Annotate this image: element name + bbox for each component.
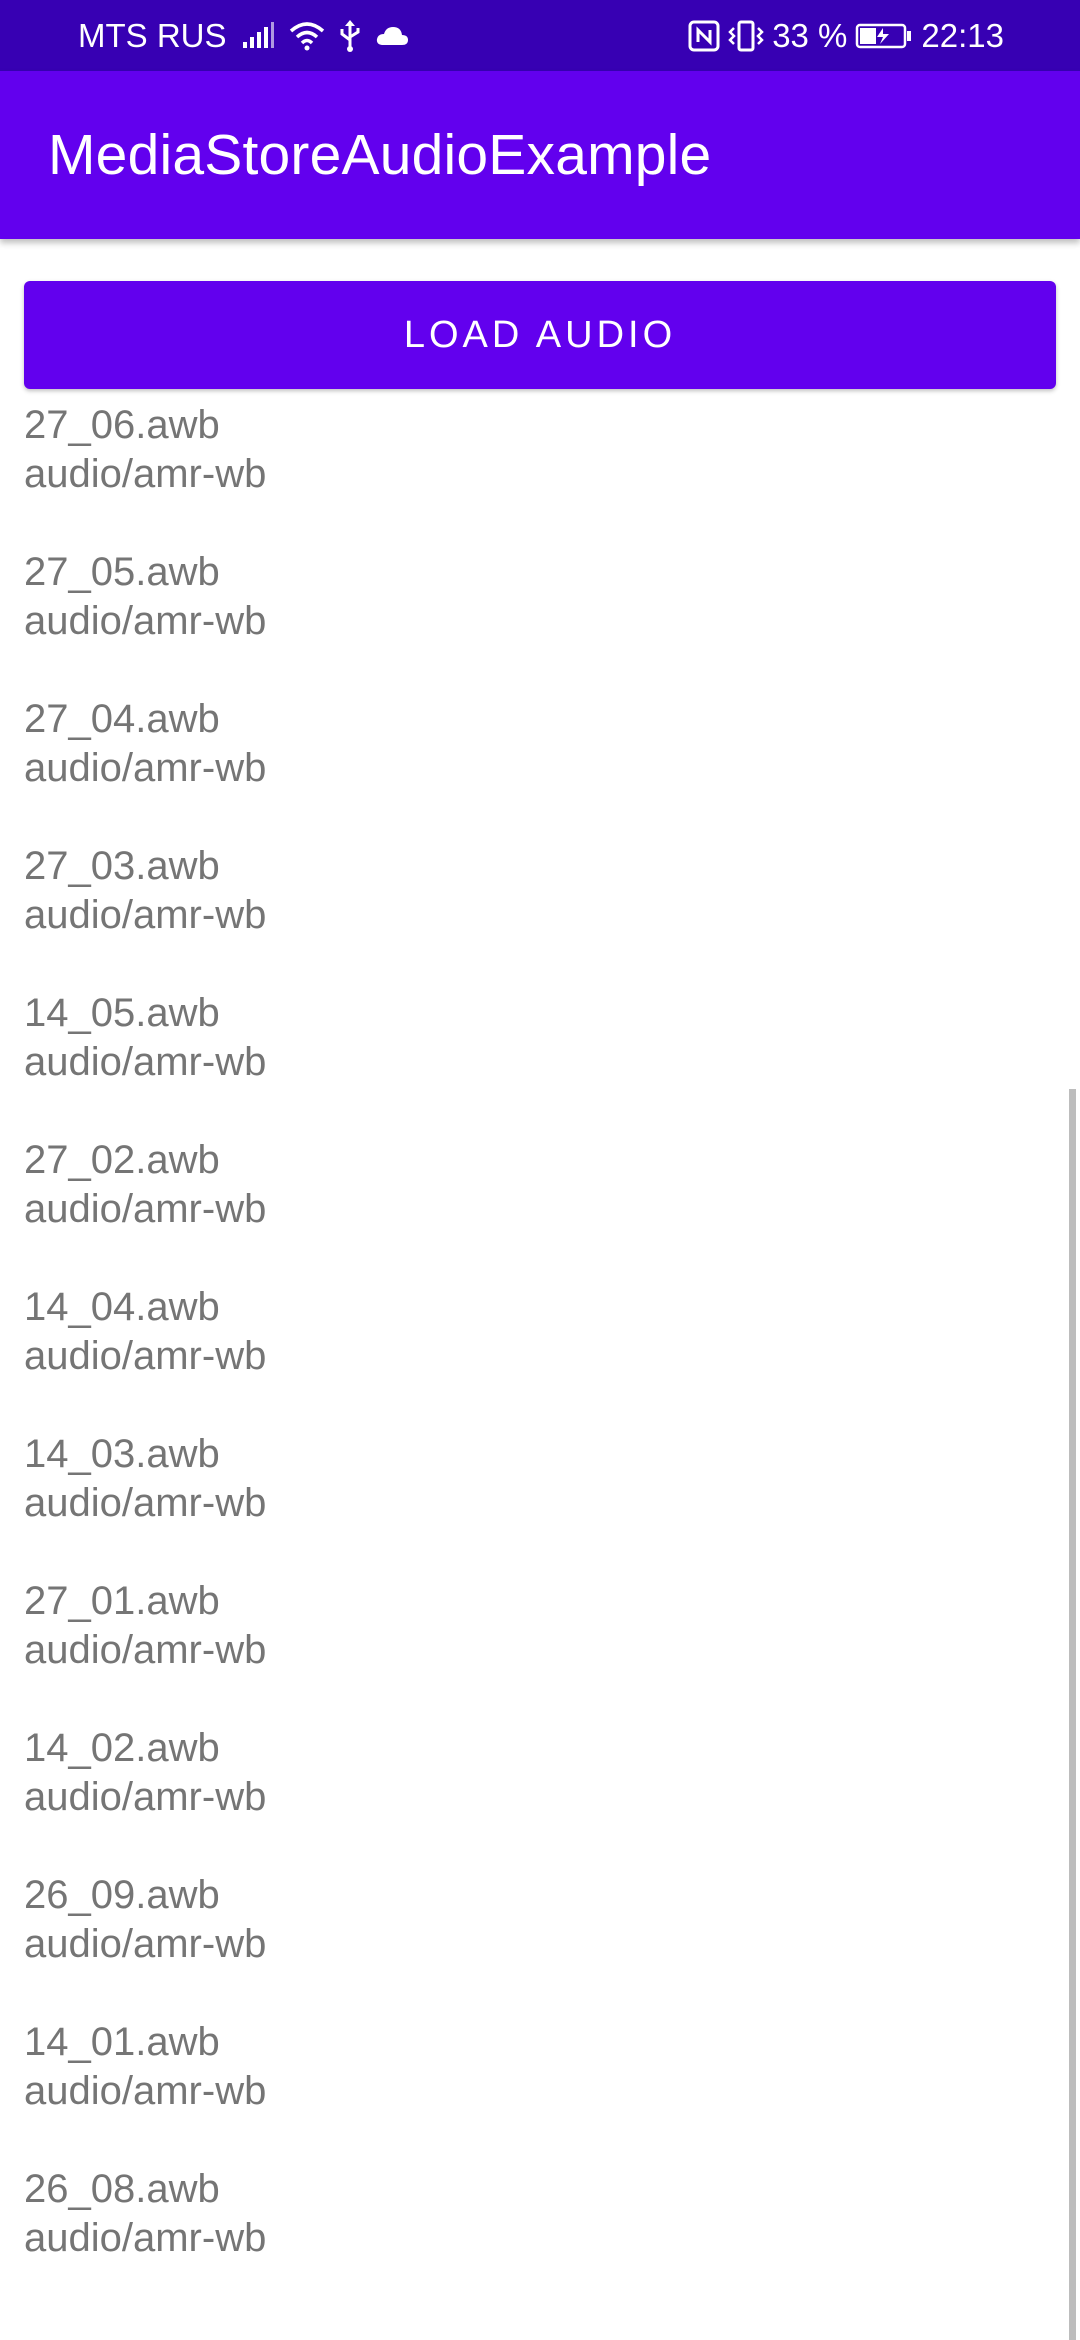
signal-icon <box>241 21 275 50</box>
usb-icon <box>339 19 361 52</box>
load-audio-button[interactable]: LOAD AUDIO <box>24 281 1056 389</box>
vibrate-icon <box>728 20 764 52</box>
battery-charging-icon <box>855 22 913 50</box>
audio-file-name: 26_08.awb <box>24 2167 220 2211</box>
audio-mime-type: audio/amr-wb <box>24 2069 267 2113</box>
nfc-icon <box>688 20 720 52</box>
scrollbar[interactable] <box>1069 1089 1076 2340</box>
audio-mime-type: audio/amr-wb <box>24 1481 267 1525</box>
list-item[interactable]: 14_03.awb audio/amr-wb <box>0 1430 1080 1577</box>
audio-mime-type: audio/amr-wb <box>24 1922 267 1966</box>
app-bar: MediaStoreAudioExample <box>0 71 1080 239</box>
audio-mime-type: audio/amr-wb <box>24 452 267 496</box>
screen: MTS RUS 33 % 22:13 MediaStoreAudioExampl… <box>0 0 1080 2340</box>
list-item[interactable]: 14_05.awb audio/amr-wb <box>0 989 1080 1136</box>
audio-mime-type: audio/amr-wb <box>24 1040 267 1084</box>
list-item[interactable]: 26_09.awb audio/amr-wb <box>0 1871 1080 2018</box>
list-item[interactable]: 14_02.awb audio/amr-wb <box>0 1724 1080 1871</box>
status-bar-right: 33 % 22:13 <box>688 0 1004 71</box>
audio-file-name: 14_05.awb <box>24 991 220 1035</box>
list-item[interactable]: 27_04.awb audio/amr-wb <box>0 695 1080 842</box>
list-item[interactable]: 27_03.awb audio/amr-wb <box>0 842 1080 989</box>
audio-file-name: 26_09.awb <box>24 1873 220 1917</box>
audio-mime-type: audio/amr-wb <box>24 1775 267 1819</box>
carrier-label: MTS RUS <box>78 16 227 54</box>
list-item[interactable]: 27_06.awb audio/amr-wb <box>0 401 1080 548</box>
list-item[interactable]: 27_01.awb audio/amr-wb <box>0 1577 1080 1724</box>
audio-file-name: 27_05.awb <box>24 550 220 594</box>
audio-file-name: 27_06.awb <box>24 403 220 447</box>
audio-mime-type: audio/amr-wb <box>24 599 267 643</box>
audio-mime-type: audio/amr-wb <box>24 1187 267 1231</box>
wifi-icon <box>289 21 325 51</box>
list-item[interactable]: 14_04.awb audio/amr-wb <box>0 1283 1080 1430</box>
clock-label: 22:13 <box>921 16 1004 54</box>
audio-mime-type: audio/amr-wb <box>24 746 267 790</box>
audio-list[interactable]: 27_06.awb audio/amr-wb 27_05.awb audio/amr-… <box>0 401 1080 2312</box>
list-item[interactable]: 14_01.awb audio/amr-wb <box>0 2018 1080 2165</box>
audio-mime-type: audio/amr-wb <box>24 893 267 937</box>
status-bar-left: MTS RUS <box>78 0 409 71</box>
audio-file-name: 27_03.awb <box>24 844 220 888</box>
list-item[interactable]: 26_08.awb audio/amr-wb <box>0 2165 1080 2312</box>
battery-percent-label: 33 % <box>772 16 848 54</box>
audio-file-name: 14_03.awb <box>24 1432 220 1476</box>
audio-mime-type: audio/amr-wb <box>24 1628 267 1672</box>
audio-file-name: 27_02.awb <box>24 1138 220 1182</box>
status-bar: MTS RUS 33 % 22:13 <box>0 0 1080 71</box>
list-item[interactable]: 27_02.awb audio/amr-wb <box>0 1136 1080 1283</box>
audio-file-name: 27_04.awb <box>24 697 220 741</box>
audio-mime-type: audio/amr-wb <box>24 1334 267 1378</box>
audio-file-name: 27_01.awb <box>24 1579 220 1623</box>
audio-file-name: 14_04.awb <box>24 1285 220 1329</box>
audio-mime-type: audio/amr-wb <box>24 2216 267 2260</box>
list-item[interactable]: 27_05.awb audio/amr-wb <box>0 548 1080 695</box>
audio-file-name: 14_02.awb <box>24 1726 220 1770</box>
cloud-icon <box>375 25 409 47</box>
audio-file-name: 14_01.awb <box>24 2020 220 2064</box>
app-title: MediaStoreAudioExample <box>48 123 712 187</box>
